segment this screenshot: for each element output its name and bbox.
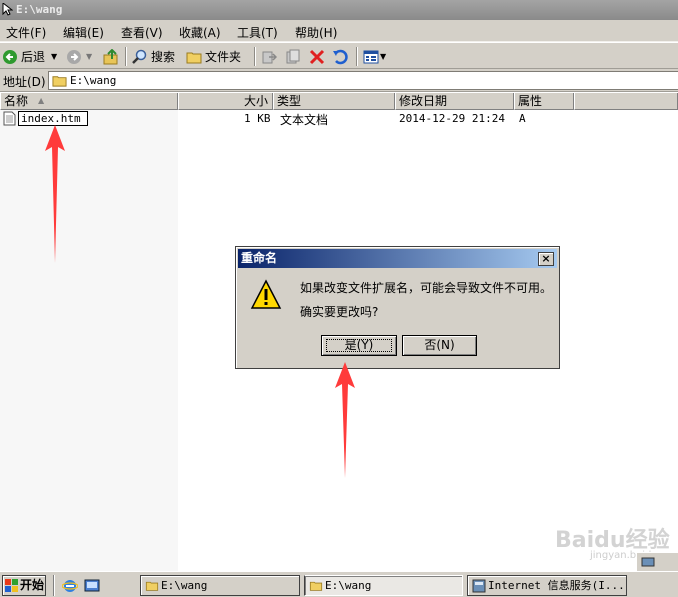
menu-help[interactable]: 帮助(H) (295, 24, 337, 41)
forward-dropdown-icon[interactable]: ▼ (86, 52, 92, 61)
dialog-title: 重命名 (241, 251, 278, 265)
file-attributes: A (519, 112, 526, 125)
rename-confirm-dialog: 重命名 × 如果改变文件扩展名，可能会导致文件不可用。 确实要更改吗? 是(Y)… (235, 246, 560, 369)
forward-button[interactable]: ▼ (66, 46, 92, 67)
start-button[interactable]: 开始 (2, 575, 46, 596)
cursor-icon (2, 3, 13, 16)
internet-explorer-icon[interactable] (62, 578, 78, 594)
iis-manager-icon (472, 579, 486, 593)
toolbar-separator (125, 47, 127, 66)
no-button[interactable]: 否(N) (402, 335, 477, 356)
focus-ring (326, 339, 392, 352)
column-header-empty (574, 93, 678, 110)
toolbar: 后退 ▼ ▼ 搜索 文件夹 ▼ (0, 42, 678, 69)
taskbar-window-2[interactable]: E:\wang (304, 575, 463, 596)
taskbar-window-1[interactable]: E:\wang (140, 575, 300, 596)
column-header-modified[interactable]: 修改日期 (395, 93, 514, 110)
taskbar-separator (53, 575, 55, 596)
toolbar-separator (254, 47, 256, 66)
address-field[interactable]: E:\wang (48, 71, 678, 90)
menu-view[interactable]: 查看(V) (121, 24, 163, 41)
window-title: E:\wang (16, 3, 63, 16)
column-header-size[interactable]: 大小 (178, 93, 273, 110)
taskbar: 开始 E:\wang E:\wang Internet 信息服务(I... (0, 571, 678, 597)
menu-file[interactable]: 文件(F) (6, 24, 46, 41)
move-to-icon (262, 51, 277, 63)
column-header-attributes[interactable]: 属性 (514, 93, 574, 110)
system-tray (636, 552, 678, 571)
up-folder-icon (103, 48, 118, 64)
undo-icon (333, 49, 348, 64)
address-label: 地址(D) (3, 75, 46, 89)
sorted-column-background (0, 110, 178, 571)
folder-icon (309, 581, 323, 591)
menu-favorites[interactable]: 收藏(A) (179, 24, 221, 41)
address-bar: 地址(D) E:\wang (0, 69, 678, 92)
dialog-message-line1: 如果改变文件扩展名，可能会导致文件不可用。 (300, 281, 553, 295)
back-arrow-icon (3, 49, 17, 64)
delete-x-icon (309, 49, 325, 64)
file-type: 文本文档 (280, 113, 329, 127)
delete-button[interactable] (309, 46, 325, 67)
folders-button[interactable]: 文件夹 (186, 46, 241, 67)
views-icon (363, 50, 379, 63)
copy-to-icon (286, 49, 300, 63)
copy-to-button[interactable] (285, 46, 301, 67)
start-label: 开始 (20, 578, 45, 592)
folder-icon (52, 76, 67, 87)
taskbar-window-3[interactable]: Internet 信息服务(I... (467, 575, 627, 596)
search-icon (132, 49, 147, 64)
annotation-arrow-up-icon (335, 362, 355, 478)
folder-icon (145, 581, 159, 591)
dialog-message-line2: 确实要更改吗? (300, 305, 379, 319)
undo-button[interactable] (332, 46, 348, 67)
menu-edit[interactable]: 编辑(E) (63, 24, 104, 41)
yes-button[interactable]: 是(Y) (321, 335, 397, 356)
views-button[interactable]: ▼ (363, 46, 386, 67)
column-header-name[interactable]: 名称 ▲ (0, 93, 178, 110)
sort-ascending-icon: ▲ (38, 96, 45, 105)
move-to-button[interactable] (261, 46, 277, 67)
warning-icon (250, 279, 282, 309)
file-modified: 2014-12-29 21:24 (399, 112, 505, 125)
up-folder-button[interactable] (103, 46, 119, 67)
tray-network-icon[interactable] (641, 555, 655, 569)
menu-tools[interactable]: 工具(T) (237, 24, 278, 41)
windows-logo-icon (5, 579, 18, 592)
forward-arrow-icon (67, 49, 81, 64)
back-dropdown-icon[interactable]: ▼ (51, 52, 57, 61)
rename-edit-box[interactable]: index.htm (18, 111, 88, 126)
file-size: 1 KB (244, 112, 271, 125)
menu-bar: 文件(F) 编辑(E) 查看(V) 收藏(A) 工具(T) 帮助(H) (0, 20, 678, 42)
text-document-icon (3, 111, 16, 126)
search-label: 搜索 (151, 50, 176, 64)
back-button[interactable]: 后退 ▼ (2, 46, 57, 67)
search-button[interactable]: 搜索 (132, 46, 175, 67)
dialog-close-button[interactable]: × (538, 252, 554, 266)
dialog-title-bar: 重命名 × (238, 249, 557, 268)
toolbar-separator (356, 47, 358, 66)
back-label: 后退 (21, 50, 46, 64)
window-title-bar: E:\wang (0, 0, 678, 20)
folders-label: 文件夹 (205, 50, 242, 64)
views-dropdown-icon[interactable]: ▼ (380, 52, 386, 61)
annotation-arrow-up-icon (45, 125, 65, 263)
address-value: E:\wang (70, 74, 117, 87)
show-desktop-icon[interactable] (84, 578, 100, 594)
folder-icon (186, 52, 202, 63)
column-header-type[interactable]: 类型 (273, 93, 395, 110)
